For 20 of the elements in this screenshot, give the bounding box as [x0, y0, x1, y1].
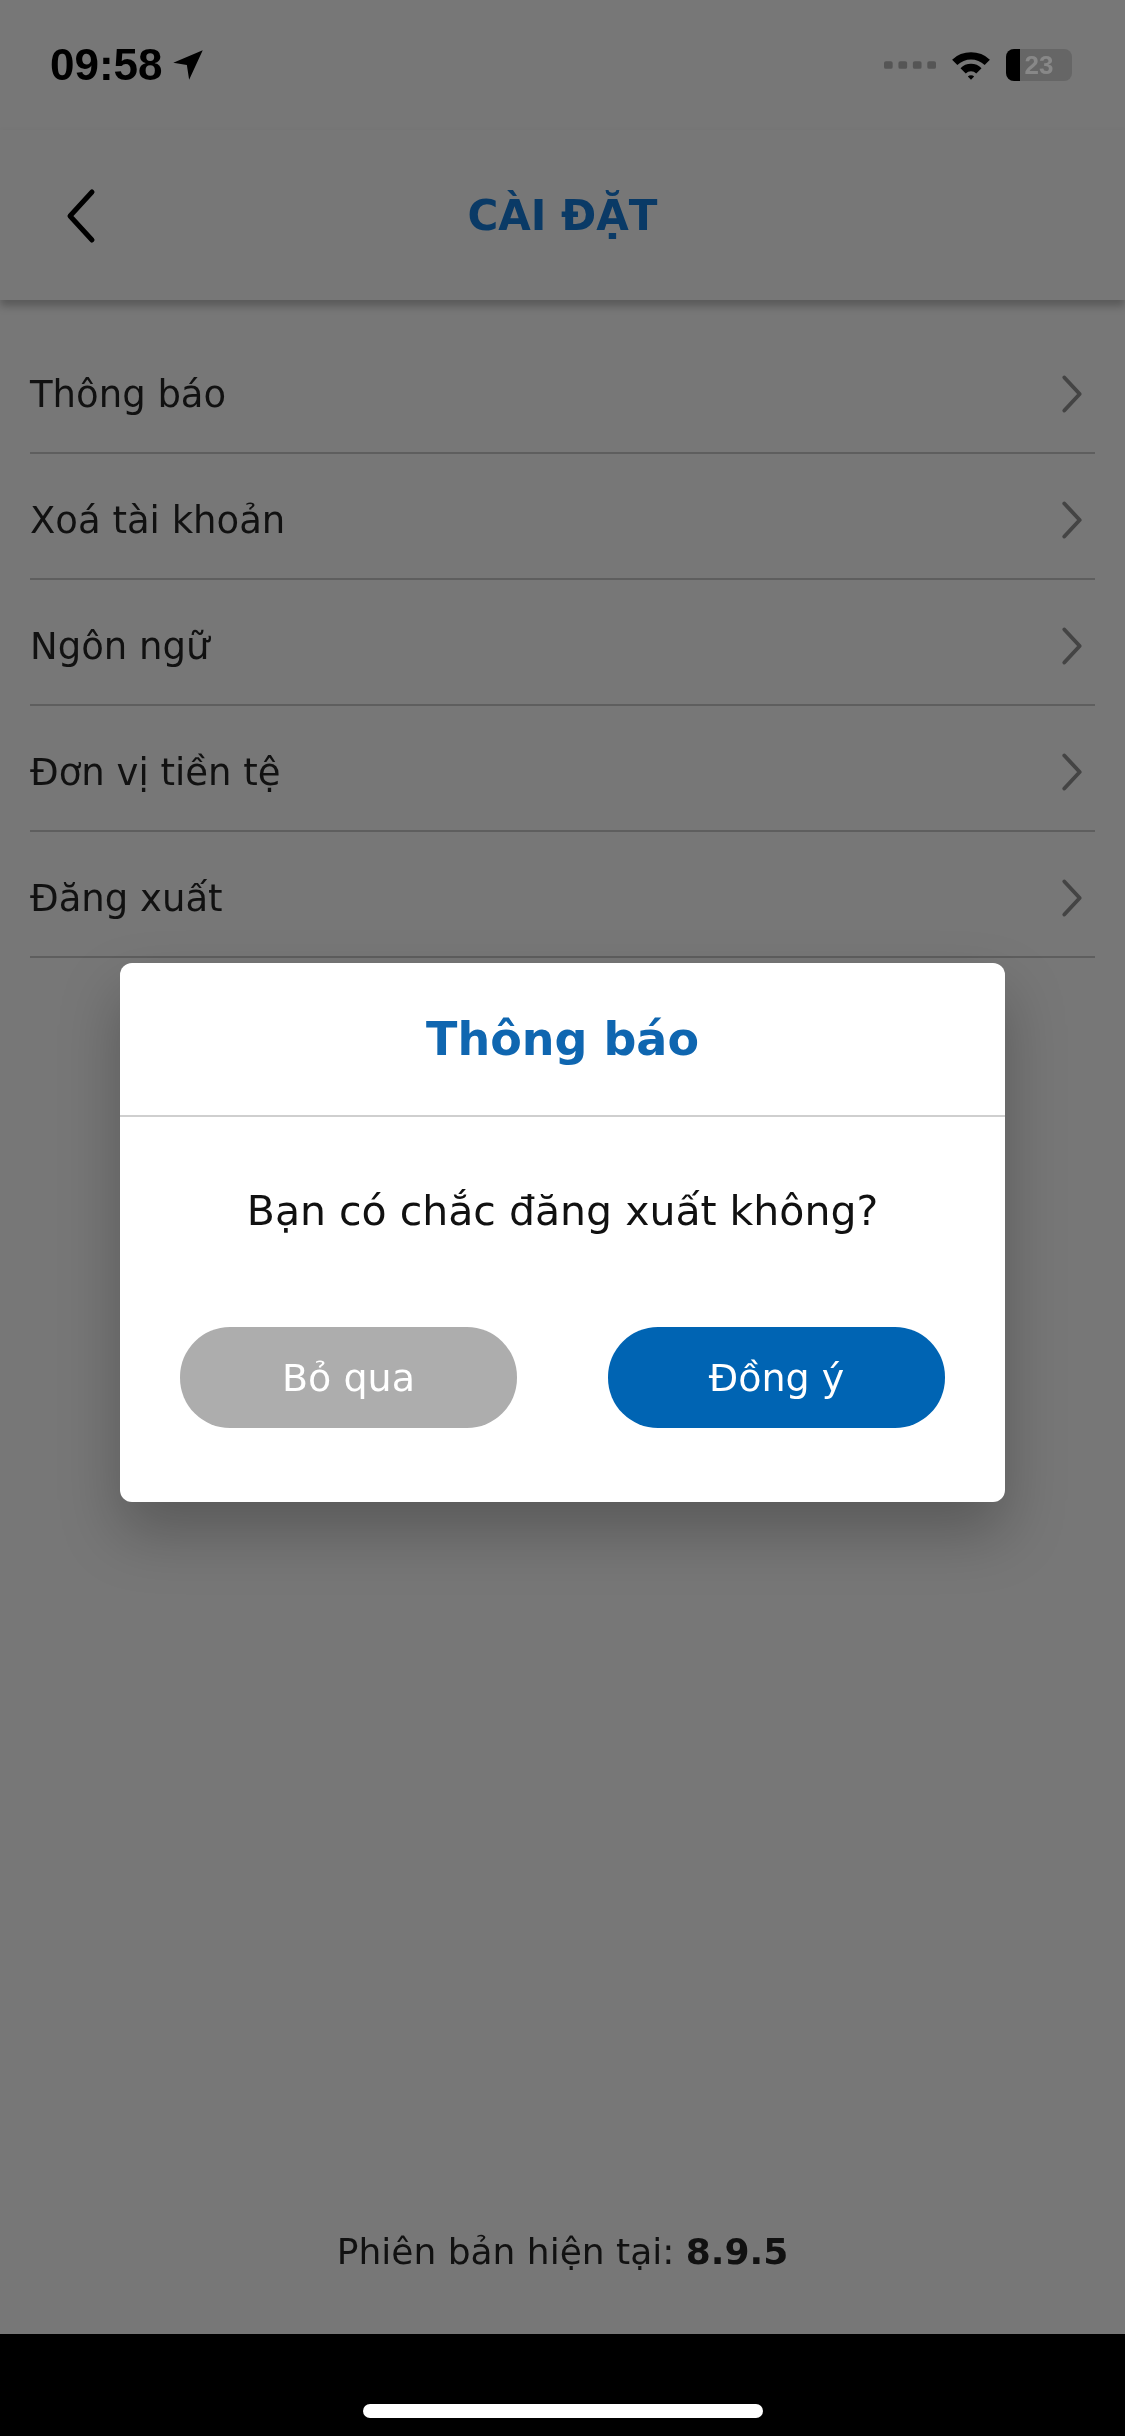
- settings-item[interactable]: Xoá tài khoản: [30, 454, 1095, 580]
- dialog-title: Thông báo: [120, 963, 1005, 1117]
- signal-icon: [884, 59, 936, 71]
- status-time: 09:58: [50, 40, 163, 90]
- version-text: Phiên bản hiện tại: 8.9.5: [336, 2231, 789, 2272]
- wifi-icon: [950, 49, 992, 81]
- settings-item[interactable]: Thông báo: [30, 328, 1095, 454]
- dialog-message: Bạn có chắc đăng xuất không?: [245, 1187, 880, 1235]
- confirm-button[interactable]: Đồng ý: [608, 1327, 945, 1428]
- page-title: CÀI ĐẶT: [467, 190, 658, 240]
- chevron-right-icon: [1061, 752, 1083, 792]
- chevron-right-icon: [1061, 626, 1083, 666]
- chevron-right-icon: [1061, 878, 1083, 918]
- cancel-button[interactable]: Bỏ qua: [180, 1327, 517, 1428]
- settings-item[interactable]: Ngôn ngữ: [30, 580, 1095, 706]
- settings-item[interactable]: Đơn vị tiền tệ: [30, 706, 1095, 832]
- back-icon[interactable]: [66, 188, 96, 244]
- chevron-right-icon: [1061, 374, 1083, 414]
- settings-item[interactable]: Đăng xuất: [30, 832, 1095, 958]
- chevron-right-icon: [1061, 500, 1083, 540]
